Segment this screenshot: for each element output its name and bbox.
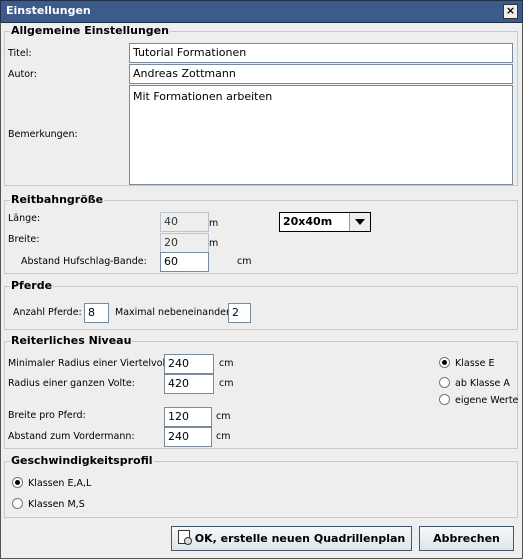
breite-unit: m: [209, 238, 219, 249]
width-per-horse-field[interactable]: 120: [164, 407, 212, 427]
breite-field: 20: [160, 233, 209, 253]
window-title: Einstellungen: [6, 4, 91, 17]
titel-field[interactable]: Tutorial Formationen: [129, 43, 513, 63]
front-distance-label: Abstand zum Vordermann:: [8, 431, 135, 442]
laenge-unit: m: [209, 218, 219, 229]
front-distance-field[interactable]: 240: [164, 427, 212, 447]
autor-field[interactable]: Andreas Zottmann: [129, 64, 513, 84]
radio-klassen-eal-label[interactable]: Klassen E,A,L: [28, 478, 91, 489]
general-group-title: Allgemeine Einstellungen: [10, 24, 170, 37]
bemerkungen-label: Bemerkungen:: [8, 129, 78, 140]
volte-radius-field[interactable]: 420: [164, 374, 214, 394]
horses-group-title: Pferde: [10, 279, 54, 292]
abstand-unit: cm: [237, 256, 252, 267]
radio-eigene-werte-label[interactable]: eigene Werte: [455, 395, 518, 406]
min-radius-field[interactable]: 240: [164, 354, 214, 374]
ok-create-button-label: OK, erstelle neuen Quadrillenplan: [194, 532, 406, 545]
laenge-label: Länge:: [8, 213, 41, 224]
horse-count-label: Anzahl Pferde:: [13, 307, 82, 318]
laenge-field: 40: [160, 212, 209, 232]
radio-klasse-e[interactable]: [439, 357, 450, 368]
volte-radius-label: Radius einer ganzen Volte:: [8, 378, 135, 389]
width-per-horse-label: Breite pro Pferd:: [8, 410, 86, 421]
min-radius-unit: cm: [219, 358, 234, 369]
arena-size-value: 20x40m: [283, 215, 333, 228]
breite-label: Breite:: [8, 234, 40, 245]
title-bar: Einstellungen ×: [0, 0, 523, 23]
horse-count-field[interactable]: 8: [84, 303, 109, 323]
abstand-field[interactable]: 60: [160, 252, 209, 272]
front-distance-unit: cm: [216, 431, 231, 442]
max-side-label: Maximal nebeneinander:: [115, 307, 233, 318]
bemerkungen-textarea[interactable]: Mit Formationen arbeiten: [129, 85, 513, 185]
level-group-title: Reiterliches Niveau: [10, 334, 133, 347]
cancel-button[interactable]: Abbrechen: [419, 526, 514, 551]
radio-klassen-ms-label[interactable]: Klassen M,S: [28, 499, 85, 510]
min-radius-label: Minimaler Radius einer Viertelvolte:: [8, 358, 178, 369]
autor-label: Autor:: [8, 69, 37, 80]
volte-radius-unit: cm: [219, 378, 234, 389]
radio-klassen-ms[interactable]: [12, 498, 23, 509]
radio-ab-klasse-a[interactable]: [439, 377, 450, 388]
cancel-button-label: Abbrechen: [433, 532, 500, 545]
radio-ab-klasse-a-label[interactable]: ab Klasse A: [455, 378, 510, 389]
chevron-down-icon[interactable]: [349, 213, 370, 231]
speed-group-title: Geschwindigkeitsprofil: [10, 454, 154, 467]
ok-create-button[interactable]: OK, erstelle neuen Quadrillenplan: [171, 526, 412, 551]
radio-klassen-eal[interactable]: [12, 477, 23, 488]
width-per-horse-unit: cm: [216, 411, 231, 422]
titel-label: Titel:: [8, 48, 32, 59]
arena-size-select[interactable]: 20x40m: [279, 212, 371, 232]
abstand-label: Abstand Hufschlag-Bande:: [21, 256, 147, 267]
close-icon[interactable]: ×: [503, 4, 518, 19]
radio-klasse-e-label[interactable]: Klasse E: [455, 358, 494, 369]
radio-eigene-werte[interactable]: [439, 394, 450, 405]
arena-group-title: Reitbahngröße: [10, 193, 105, 206]
max-side-field[interactable]: 2: [228, 303, 251, 323]
new-document-icon: [177, 530, 192, 545]
